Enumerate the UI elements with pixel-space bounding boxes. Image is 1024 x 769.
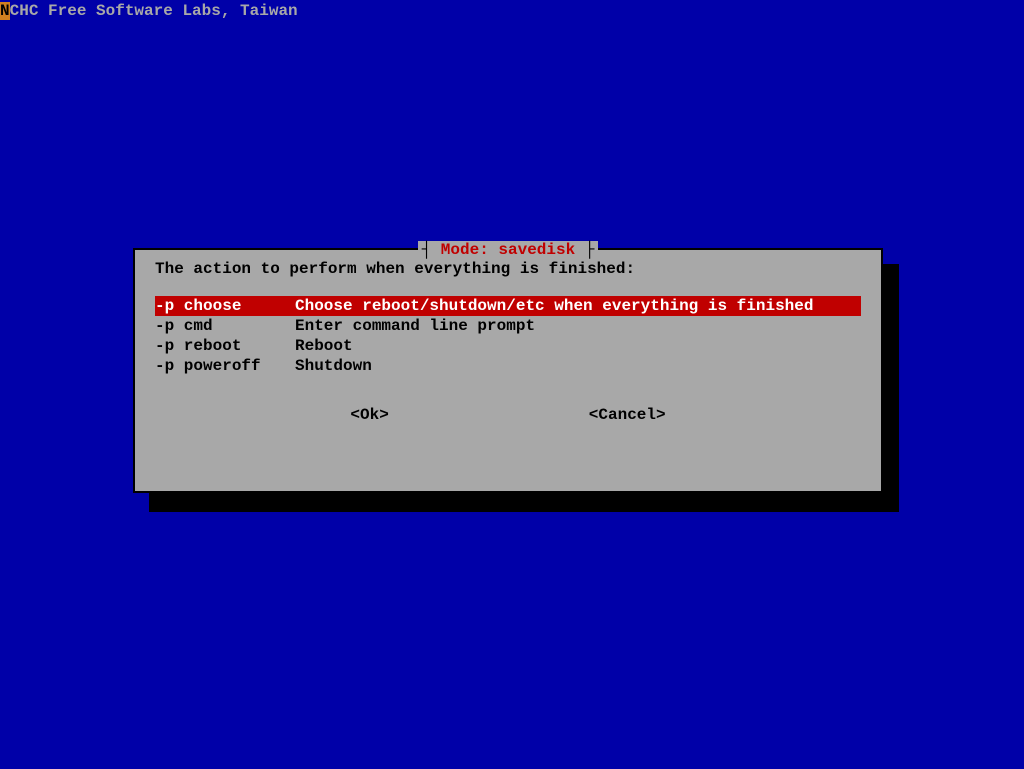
- header-text: CHC Free Software Labs, Taiwan: [10, 2, 298, 20]
- menu-item-reboot[interactable]: -p reboot Reboot: [155, 336, 861, 356]
- title-bracket-right: ├: [575, 241, 594, 259]
- menu-desc: Enter command line prompt: [295, 316, 861, 336]
- dialog-title: ┤ Mode: savedisk ├: [418, 241, 599, 259]
- header-bar: NCHC Free Software Labs, Taiwan: [0, 2, 298, 20]
- menu-flag: -p poweroff: [155, 356, 295, 376]
- button-row: <Ok> <Cancel>: [155, 406, 861, 424]
- menu-desc: Shutdown: [295, 356, 861, 376]
- title-bracket-left: ┤: [422, 241, 441, 259]
- menu-list: -p choose Choose reboot/shutdown/etc whe…: [155, 296, 861, 376]
- dialog-content: The action to perform when everything is…: [135, 250, 881, 434]
- menu-item-choose[interactable]: -p choose Choose reboot/shutdown/etc whe…: [155, 296, 861, 316]
- ok-button[interactable]: <Ok>: [350, 406, 388, 424]
- dialog-title-text: Mode: savedisk: [441, 241, 575, 259]
- dialog-box: ┤ Mode: savedisk ├ The action to perform…: [133, 248, 883, 493]
- menu-item-poweroff[interactable]: -p poweroff Shutdown: [155, 356, 861, 376]
- menu-flag: -p cmd: [155, 316, 295, 336]
- header-first-char: N: [0, 2, 10, 20]
- menu-desc: Reboot: [295, 336, 861, 356]
- menu-item-cmd[interactable]: -p cmd Enter command line prompt: [155, 316, 861, 336]
- cancel-button[interactable]: <Cancel>: [589, 406, 666, 424]
- dialog-title-bar: ┤ Mode: savedisk ├: [135, 241, 881, 259]
- menu-flag: -p choose: [155, 296, 295, 316]
- menu-desc: Choose reboot/shutdown/etc when everythi…: [295, 296, 861, 316]
- dialog-prompt: The action to perform when everything is…: [155, 260, 861, 278]
- menu-flag: -p reboot: [155, 336, 295, 356]
